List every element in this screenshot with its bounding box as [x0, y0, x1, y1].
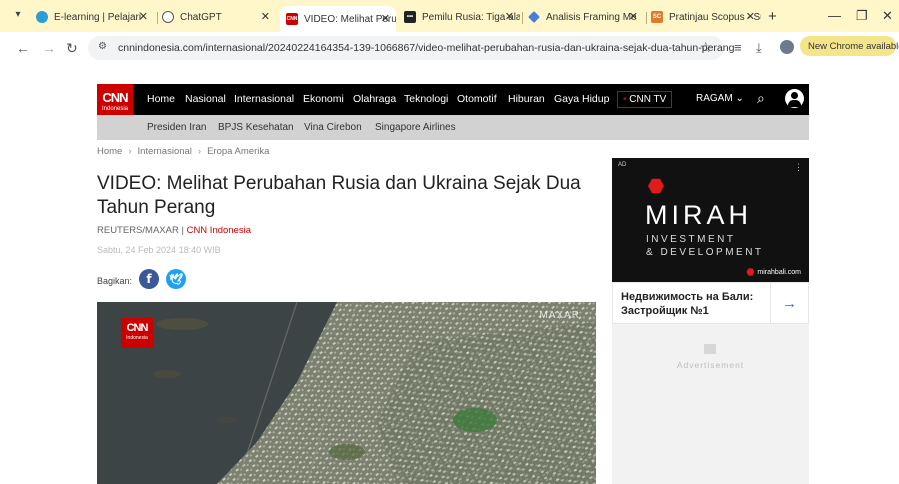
reload-button[interactable]: ↻ [66, 40, 78, 57]
breadcrumb: Home › Internasional › Eropa Amerika [97, 146, 270, 157]
reading-list-icon[interactable]: ≡ [734, 40, 742, 55]
tab-scopus[interactable]: SC Pratinjau Scopus - Su ✕ [651, 6, 761, 28]
article-video-player[interactable]: CNN Indonesia MAXAR [97, 302, 596, 484]
cnn-favicon-icon: CNN [286, 13, 298, 25]
trending-bpjs-kesehatan[interactable]: BPJS Kesehatan [218, 122, 294, 133]
bookmark-star-icon[interactable]: ☆ [699, 39, 712, 56]
tab-elearning[interactable]: E-learning | Pelajari ✕ [36, 6, 154, 28]
share-label: Bagikan: [97, 276, 133, 286]
ad-card-text: Недвижимость на Бали: Застройщик №1 [621, 291, 754, 317]
cnn-placeholder-logo [704, 344, 716, 354]
trending-singapore-airlines[interactable]: Singapore Airlines [375, 122, 456, 133]
tab-divider [646, 12, 647, 24]
trending-topics-bar: Presiden Iran BPJS Kesehatan Vina Cirebo… [97, 115, 809, 140]
tab-cnn-video-active[interactable]: CNN VIDEO: Melihat Perub ✕ [280, 6, 396, 32]
nav-teknologi[interactable]: Teknologi [404, 93, 448, 105]
close-tab-icon[interactable]: ✕ [505, 10, 514, 23]
tab-pemilu-rusia[interactable]: ••• Pemilu Rusia: Tiga ala ✕ [404, 6, 520, 28]
ad-placeholder: Advertisement [612, 324, 809, 484]
ad-call-to-action[interactable]: Недвижимость на Бали: Застройщик №1 → [612, 282, 809, 324]
mirah-hexagon-icon [648, 178, 664, 194]
ad-label: AD [618, 162, 627, 168]
graduation-cap-favicon-icon [528, 11, 540, 23]
profile-avatar-icon[interactable] [780, 40, 794, 54]
address-bar[interactable]: ⚙ cnnindonesia.com/internasional/2024022… [88, 36, 734, 60]
mirah-small-icon [746, 268, 755, 276]
user-account-icon[interactable] [785, 89, 804, 108]
trending-vina-cirebon[interactable]: Vina Cirebon [304, 122, 362, 133]
nav-olahraga[interactable]: Olahraga [353, 93, 396, 105]
browser-toolbar: ← → ↻ ⚙ cnnindonesia.com/internasional/2… [0, 32, 899, 64]
twitter-share-icon[interactable]: 🕊 [166, 269, 186, 289]
url-text: cnnindonesia.com/internasional/202402241… [118, 42, 735, 54]
ad-tagline-2: & DEVELOPMENT [646, 247, 764, 258]
chatgpt-favicon-icon [162, 11, 174, 23]
breadcrumb-home[interactable]: Home [97, 146, 122, 157]
close-window-button[interactable]: ✕ [882, 8, 893, 24]
minimize-button[interactable]: — [828, 8, 841, 23]
ad-options-icon[interactable]: ⋮ [794, 162, 803, 173]
cnn-video-logo: CNN Indonesia [121, 318, 153, 348]
page-top-band [0, 64, 899, 84]
download-icon[interactable]: ⤓ [756, 40, 762, 56]
back-button[interactable]: ← [16, 40, 30, 56]
close-tab-icon[interactable]: ✕ [629, 10, 638, 23]
arrow-right-icon[interactable]: → [770, 283, 808, 323]
ad-brand: MIRAH [645, 200, 752, 230]
search-icon[interactable]: ⌕ [757, 90, 765, 107]
nav-ekonomi[interactable]: Ekonomi [303, 93, 344, 105]
nav-gaya-hidup[interactable]: Gaya Hidup [554, 93, 609, 105]
tab-divider [157, 12, 158, 24]
article-credit: REUTERS/MAXAR | CNN Indonesia [97, 225, 251, 236]
outlet-link[interactable]: CNN Indonesia [187, 225, 251, 236]
advertisement-label: Advertisement [676, 360, 745, 370]
ad-site-link[interactable]: mirahbali.com [746, 268, 801, 276]
article-headline: VIDEO: Melihat Perubahan Rusia dan Ukrai… [97, 173, 581, 218]
tab-analisis-framing[interactable]: Analisis Framing Me ✕ [528, 6, 644, 28]
tab-search-icon[interactable]: ▾ [10, 9, 26, 23]
close-tab-icon[interactable]: ✕ [381, 12, 390, 25]
restore-button[interactable]: ❐ [856, 8, 868, 24]
trending-presiden-iran[interactable]: Presiden Iran [147, 122, 206, 133]
mirah-advertisement[interactable]: AD ⋮ MIRAH INVESTMENT & DEVELOPMENT mira… [612, 158, 809, 282]
nav-otomotif[interactable]: Otomotif [457, 93, 497, 105]
nav-internasional[interactable]: Internasional [234, 93, 294, 105]
maxar-watermark: MAXAR [539, 310, 580, 321]
nav-nasional[interactable]: Nasional [185, 93, 226, 105]
new-tab-button[interactable]: + [768, 8, 777, 25]
scopus-favicon-icon: SC [651, 11, 663, 23]
cnn-tv-button[interactable]: • CNN TV [617, 91, 673, 108]
site-navigation: CNN Indonesia Home Nasional Internasiona… [97, 84, 809, 124]
nav-home[interactable]: Home [147, 93, 175, 105]
new-chrome-available-button[interactable]: New Chrome available ⋮ [800, 36, 899, 56]
close-tab-icon[interactable]: ✕ [746, 10, 755, 23]
news-favicon-icon: ••• [404, 11, 416, 23]
chevron-down-icon: ⌄ [735, 93, 744, 104]
breadcrumb-internasional[interactable]: Internasional [138, 146, 192, 157]
forward-button[interactable]: → [42, 40, 56, 56]
tab-divider [522, 12, 523, 24]
facebook-share-icon[interactable]: f [139, 269, 159, 289]
breadcrumb-eropa-amerika[interactable]: Eropa Amerika [207, 146, 269, 157]
tab-chatgpt[interactable]: ChatGPT ✕ [162, 6, 276, 28]
article-date: Sabtu, 24 Feb 2024 18:40 WIB [97, 245, 221, 255]
close-tab-icon[interactable]: ✕ [261, 10, 270, 23]
ad-tagline-1: INVESTMENT [646, 234, 736, 245]
browser-tab-strip: ▾ E-learning | Pelajari ✕ ChatGPT ✕ CNN … [0, 0, 899, 32]
close-tab-icon[interactable]: ✕ [139, 10, 148, 23]
elearning-favicon-icon [36, 11, 48, 23]
site-info-icon[interactable]: ⚙ [98, 41, 107, 52]
ragam-dropdown[interactable]: RAGAM ⌄ [696, 93, 744, 104]
nav-hiburan[interactable]: Hiburan [508, 93, 545, 105]
satellite-image [97, 302, 596, 484]
